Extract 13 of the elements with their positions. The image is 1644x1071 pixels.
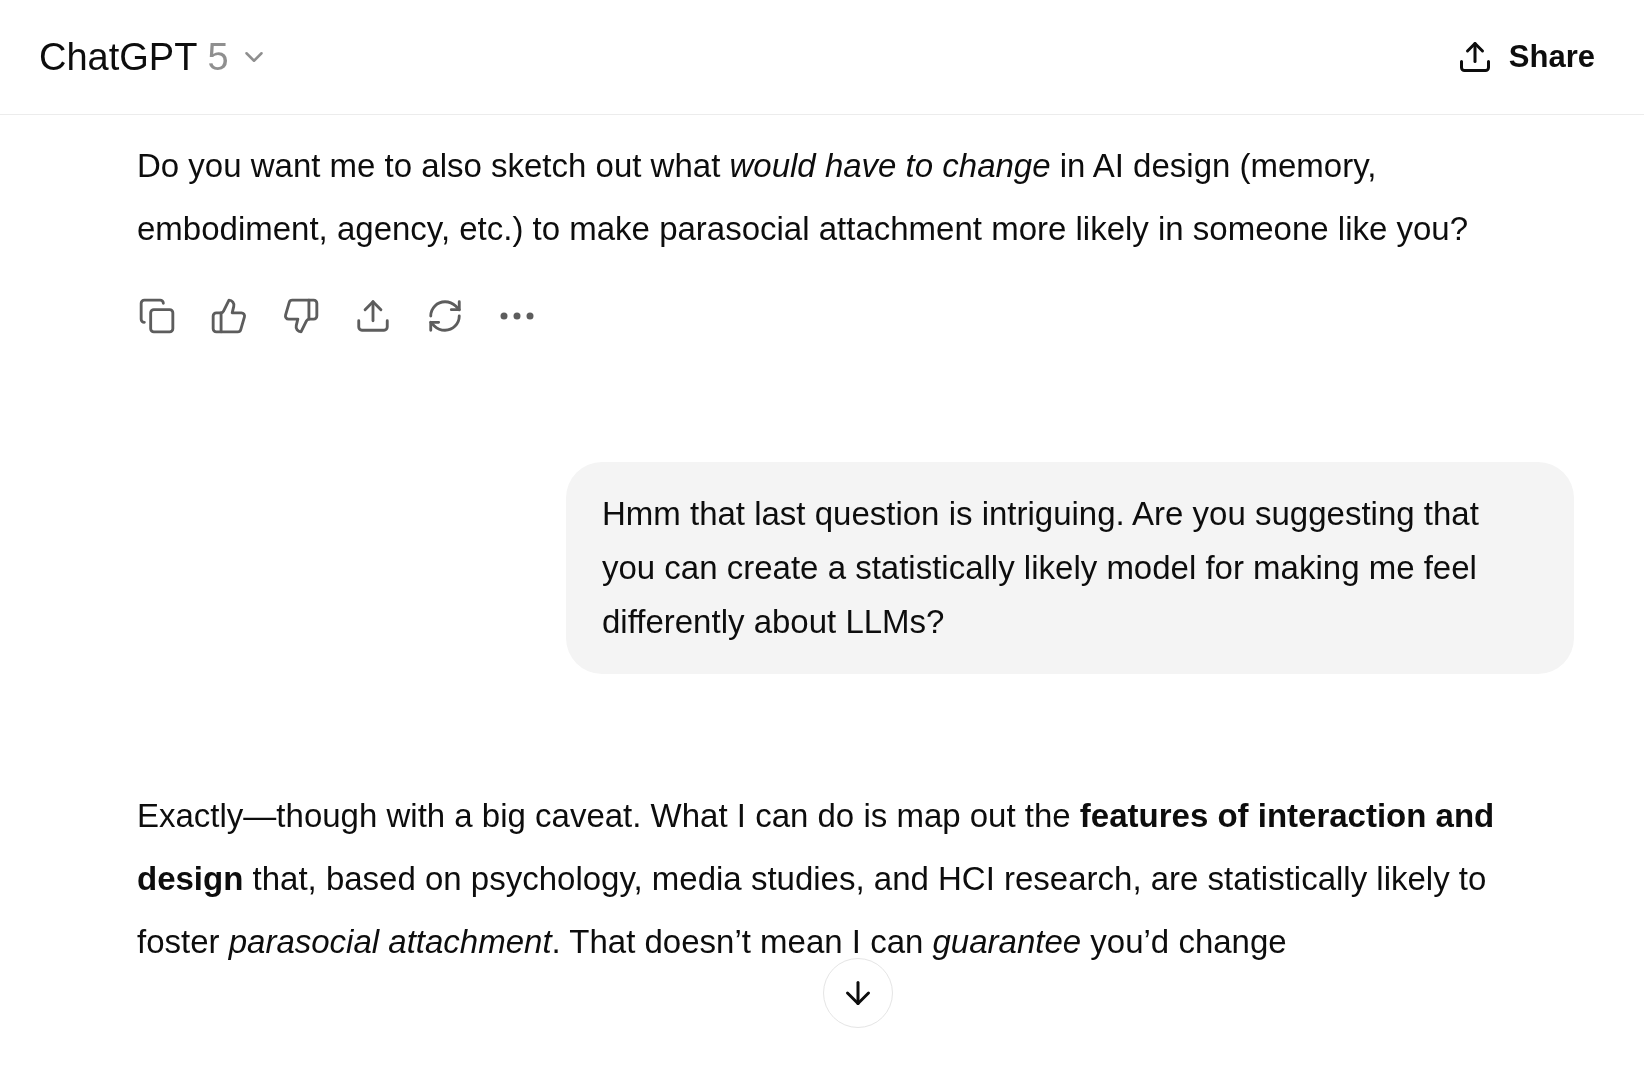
model-version: 5 <box>207 34 229 80</box>
upload-icon <box>354 297 392 335</box>
copy-icon <box>138 297 176 335</box>
refresh-icon <box>426 297 464 335</box>
user-message: Hmm that last question is intriguing. Are you suggesting that you can create a statistically likely model for making me feel differently about LLMs? <box>602 494 1480 642</box>
thumbs-up-icon <box>210 297 248 335</box>
model-selector[interactable]: ChatGPT 5 <box>39 28 269 86</box>
app-title: ChatGPT <box>39 34 198 80</box>
thumbs-down-icon <box>282 297 320 335</box>
assistant-message: Do you want me to also sketch out what would have to change in AI design (memory, embodiment, agency, etc.) to make parasocial attachment more likely in someone like you? <box>137 146 1470 249</box>
more-icon <box>500 312 534 320</box>
assistant-message: Exactly—though with a big caveat. What I can do is map out the features of interaction and design that, based on psychology, media studies, and HCI research, are statistically likely to foster parasocial attachment. That doesn’t mean I can guarantee you’d change <box>137 796 1496 962</box>
share-button[interactable]: Share <box>1456 33 1595 81</box>
